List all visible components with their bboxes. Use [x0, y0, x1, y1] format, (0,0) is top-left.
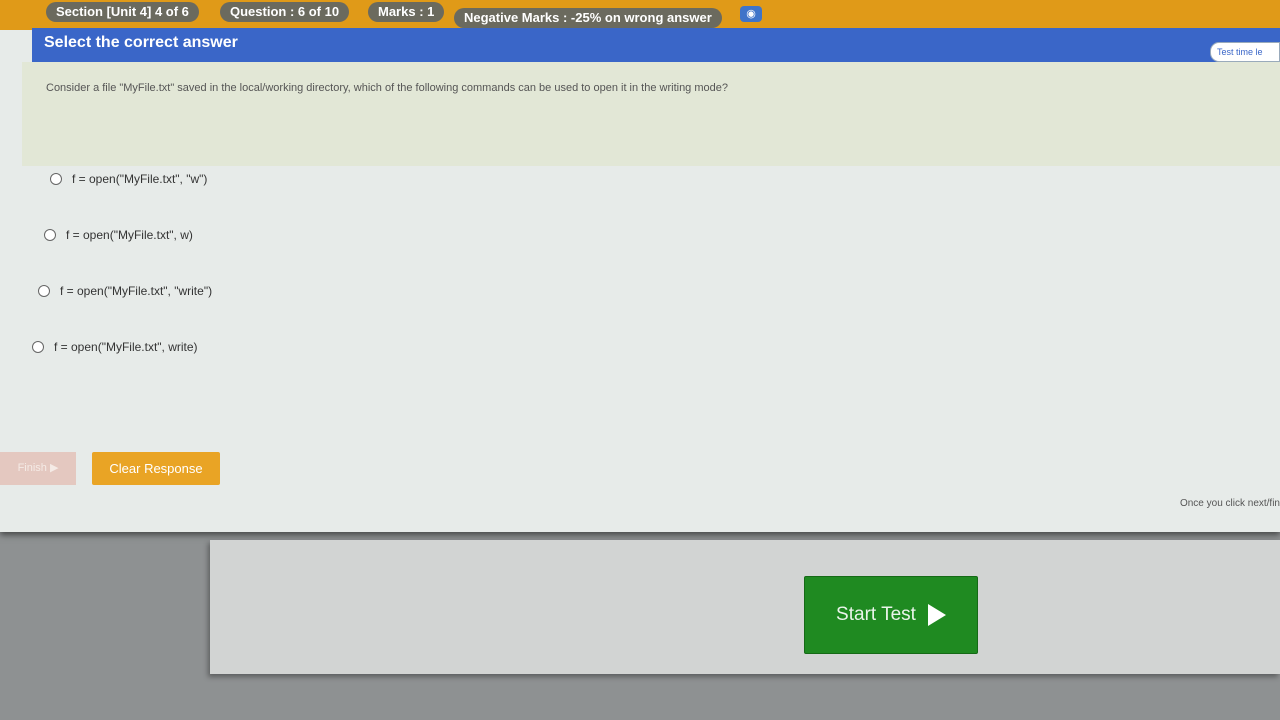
instruction-bar: Select the correct answer — [32, 28, 1280, 62]
option-2[interactable]: f = open("MyFile.txt", w) — [44, 228, 193, 242]
start-test-label: Start Test — [836, 604, 916, 625]
top-info-bar: Section [Unit 4] 4 of 6 Question : 6 of … — [0, 0, 1280, 30]
option-2-label: f = open("MyFile.txt", w) — [66, 228, 193, 242]
clear-response-button[interactable]: Clear Response — [92, 452, 220, 485]
footnote-text: Once you click next/fin — [1179, 498, 1280, 509]
question-text: Consider a file "MyFile.txt" saved in th… — [46, 82, 728, 94]
instruction-title: Select the correct answer — [44, 34, 238, 51]
negative-marks-pill: Negative Marks : -25% on wrong answer — [454, 8, 722, 28]
lower-panel — [210, 540, 1280, 674]
finish-label: Finish — [17, 462, 47, 474]
option-4[interactable]: f = open("MyFile.txt", write) — [32, 340, 198, 354]
finish-button[interactable]: Finish ▶ — [0, 452, 76, 485]
options-panel: f = open("MyFile.txt", "w") f = open("My… — [0, 166, 1280, 456]
option-4-label: f = open("MyFile.txt", write) — [54, 340, 198, 354]
info-icon[interactable]: ◉ — [740, 6, 762, 22]
option-3-label: f = open("MyFile.txt", "write") — [60, 284, 213, 298]
test-screen: Section [Unit 4] 4 of 6 Question : 6 of … — [0, 0, 1280, 532]
option-1-label: f = open("MyFile.txt", "w") — [72, 172, 208, 186]
option-1[interactable]: f = open("MyFile.txt", "w") — [50, 172, 207, 186]
question-counter-pill: Question : 6 of 10 — [220, 2, 350, 22]
radio-option-3[interactable] — [38, 285, 50, 297]
question-panel: Consider a file "MyFile.txt" saved in th… — [22, 62, 1280, 166]
option-3[interactable]: f = open("MyFile.txt", "write") — [38, 284, 212, 298]
marks-pill: Marks : 1 — [368, 2, 445, 22]
radio-option-1[interactable] — [50, 173, 62, 185]
radio-option-2[interactable] — [44, 229, 56, 241]
start-test-button[interactable]: Start Test — [804, 576, 978, 654]
radio-option-4[interactable] — [32, 341, 44, 353]
test-time-badge: Test time le — [1210, 42, 1280, 62]
play-icon — [927, 604, 946, 626]
section-pill: Section [Unit 4] 4 of 6 — [46, 2, 199, 22]
